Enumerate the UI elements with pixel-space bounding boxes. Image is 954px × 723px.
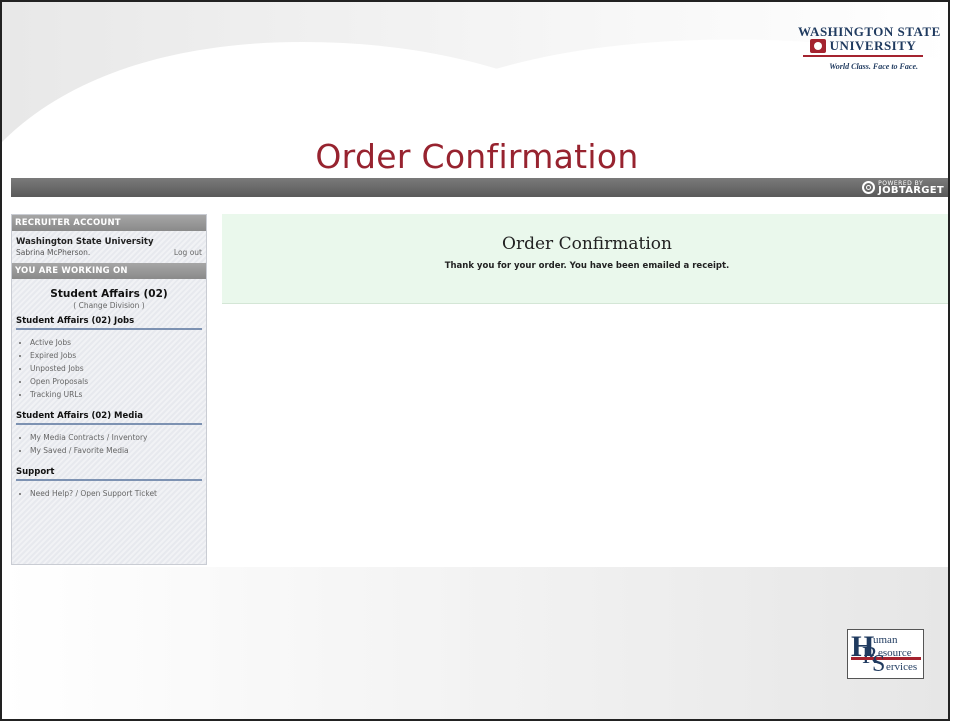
sidebar-item-unposted-jobs[interactable]: Unposted Jobs [30,362,206,375]
sidebar-item-media-contracts[interactable]: My Media Contracts / Inventory [30,431,206,444]
jobtarget-label: JOBTARGET [878,185,944,196]
jobs-list: Active Jobs Expired Jobs Unposted Jobs O… [12,336,206,401]
sidebar-item-open-proposals[interactable]: Open Proposals [30,375,206,388]
organization-name: Washington State University [16,237,154,247]
sidebar-item-tracking-urls[interactable]: Tracking URLs [30,388,206,401]
wsu-logo-tagline: World Class. Face to Face. [829,62,918,71]
recruiter-account-header: RECRUITER ACCOUNT [12,215,206,231]
jobtarget-logo-icon [862,180,876,194]
support-list: Need Help? / Open Support Ticket [12,487,206,500]
media-section-heading: Student Affairs (02) Media [16,405,202,425]
confirmation-panel: Order Confirmation Thank you for your or… [222,214,948,304]
media-list: My Media Contracts / Inventory My Saved … [12,431,206,457]
hr-logo-ervices: ervices [886,661,918,673]
powered-by-jobtarget[interactable]: POWERED BY JOBTARGET [862,180,944,196]
change-division-link[interactable]: ( Change Division ) [12,301,206,310]
cougar-head-icon [809,39,826,53]
wsu-logo-line2: UNIVERSITY [829,38,917,53]
working-on-header: YOU ARE WORKING ON [12,263,206,279]
app-screenshot: POWERED BY JOBTARGET RECRUITER ACCOUNT W… [11,178,948,567]
wsu-logo: WASHINGTON STATE UNIVERSITY World Class.… [798,24,940,71]
sidebar-item-saved-media[interactable]: My Saved / Favorite Media [30,444,206,457]
support-section-heading: Support [16,461,202,481]
confirmation-heading: Order Confirmation [502,234,672,254]
top-bar: POWERED BY JOBTARGET [11,178,948,197]
user-name: Sabrina McPherson. [16,248,91,257]
confirmation-message: Thank you for your order. You have been … [444,261,730,271]
sidebar-item-active-jobs[interactable]: Active Jobs [30,336,206,349]
hr-logo-bar [851,657,921,660]
wsu-logo-rule [803,55,923,57]
sidebar-item-open-support-ticket[interactable]: Need Help? / Open Support Ticket [30,487,206,500]
slide-title: Order Confirmation [315,137,639,176]
jobs-section-heading: Student Affairs (02) Jobs [16,310,202,330]
hr-logo-s: S [872,651,886,677]
main-content: Order Confirmation Thank you for your or… [222,214,948,565]
logout-link[interactable]: Log out [174,248,202,257]
sidebar: RECRUITER ACCOUNT Washington State Unive… [11,214,207,565]
current-division: Student Affairs (02) [50,288,168,300]
sidebar-item-expired-jobs[interactable]: Expired Jobs [30,349,206,362]
slide: WASHINGTON STATE UNIVERSITY World Class.… [0,0,950,721]
hr-services-logo: H uman R esource S ervices [847,629,924,679]
